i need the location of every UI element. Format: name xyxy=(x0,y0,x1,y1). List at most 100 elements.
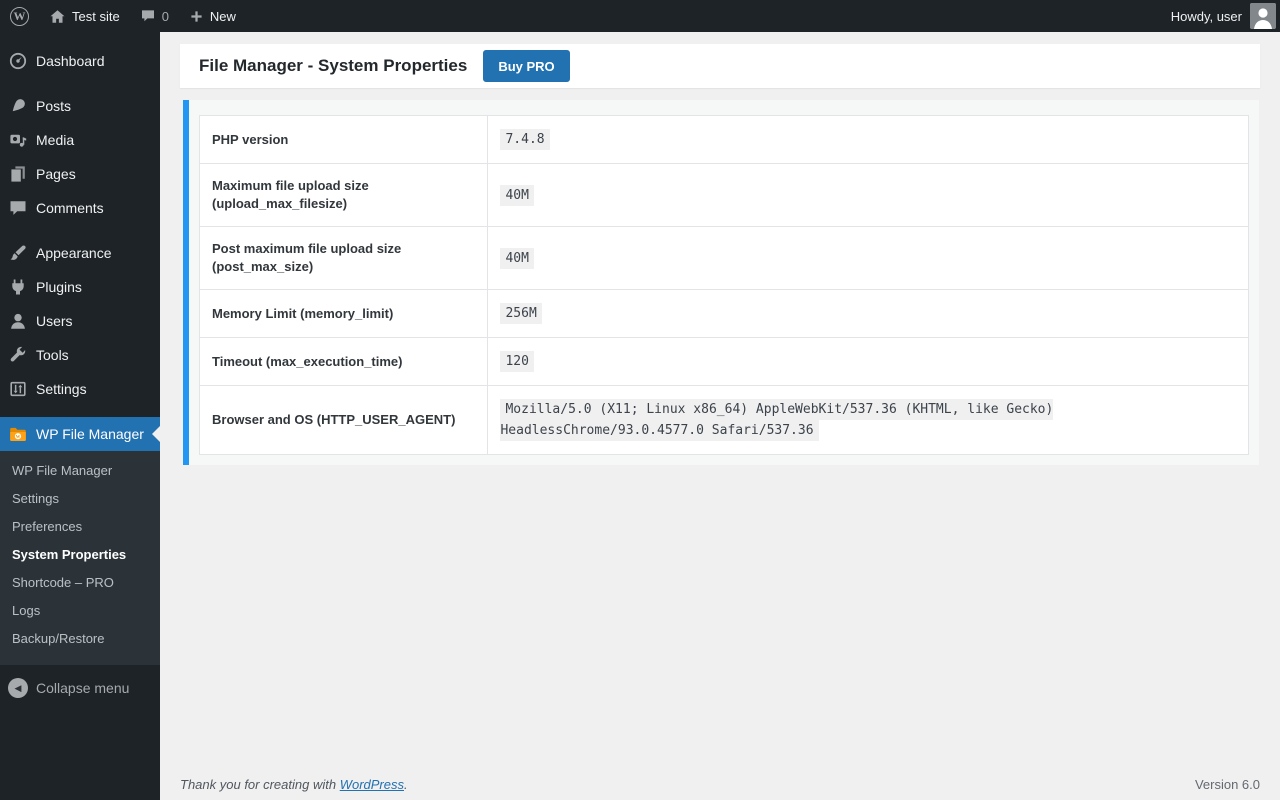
property-row: Maximum file upload size (upload_max_fil… xyxy=(198,163,1249,227)
new-content-item[interactable]: New xyxy=(179,0,246,32)
appearance-brush-icon xyxy=(0,243,36,263)
property-value: 7.4.8 xyxy=(500,129,550,150)
property-label: Browser and OS (HTTP_USER_AGENT) xyxy=(198,385,489,455)
property-row: Browser and OS (HTTP_USER_AGENT) Mozilla/… xyxy=(198,385,1249,455)
user-icon xyxy=(0,311,36,331)
site-name-label: Test site xyxy=(72,8,120,24)
property-label: Maximum file upload size (upload_max_fil… xyxy=(198,163,489,227)
sidebar-item-label: Appearance xyxy=(36,245,112,261)
system-properties-table: PHP version 7.4.8 Maximum file upload size… xyxy=(198,115,1249,455)
property-value: 40M xyxy=(500,184,534,206)
sidebar-item-plugins[interactable]: Plugins xyxy=(0,270,160,304)
sidebar-item-label: Settings xyxy=(36,381,87,397)
property-value-cell: 256M xyxy=(487,289,1249,338)
version-label: Version 6.0 xyxy=(1194,777,1260,792)
property-value: 120 xyxy=(500,351,534,372)
property-value-cell: Mozilla/5.0 (X11; Linux x86_64) AppleWeb… xyxy=(487,385,1249,455)
system-properties-tbody: PHP version 7.4.8 Maximum file upload size… xyxy=(198,115,1249,455)
sidebar-item-label: Users xyxy=(36,313,73,329)
footer: Thank you for creating with WordPress. V… xyxy=(180,777,1260,792)
submenu-item-settings[interactable]: Settings xyxy=(0,485,160,513)
submenu-item-shortcode-pro[interactable]: Shortcode – PRO xyxy=(0,569,160,597)
sidebar-item-comments[interactable]: Comments xyxy=(0,191,160,225)
media-icon xyxy=(0,130,36,150)
howdy-label: Howdy, user xyxy=(1170,8,1242,24)
sidebar-item-pages[interactable]: Pages xyxy=(0,157,160,191)
my-account-item[interactable]: Howdy, user xyxy=(1161,0,1280,32)
comments-count: 0 xyxy=(161,8,169,24)
content-area: File Manager - System Properties Buy PRO… xyxy=(160,32,1280,800)
footer-thanks-text: Thank you for creating with WordPress. xyxy=(180,777,408,792)
sidebar-item-media[interactable]: Media xyxy=(0,123,160,157)
sidebar-item-label: Posts xyxy=(36,98,72,114)
plugin-icon xyxy=(0,277,36,297)
footer-thanks-suffix: . xyxy=(404,777,408,792)
menu-separator xyxy=(0,78,160,89)
site-name-link[interactable]: Test site xyxy=(39,0,130,32)
sidebar-item-appearance[interactable]: Appearance xyxy=(0,236,160,270)
sidebar-item-tools[interactable]: Tools xyxy=(0,338,160,372)
sidebar-item-settings[interactable]: Settings xyxy=(0,372,160,406)
property-row: PHP version 7.4.8 xyxy=(198,115,1249,164)
wordpress-link[interactable]: WordPress xyxy=(340,777,404,792)
sidebar-item-label: Dashboard xyxy=(36,53,105,69)
new-label: New xyxy=(209,8,236,24)
sidebar-item-posts[interactable]: Posts xyxy=(0,89,160,123)
property-label: Timeout (max_execution_time) xyxy=(198,337,489,386)
sidebar-item-users[interactable]: Users xyxy=(0,304,160,338)
submenu-item-system-properties[interactable]: System Properties xyxy=(0,541,160,569)
submenu-item-logs[interactable]: Logs xyxy=(0,597,160,625)
property-value-cell: 7.4.8 xyxy=(487,115,1249,164)
admin-bar: W Test site 0 New Howdy, user xyxy=(0,0,1280,32)
sidebar-item-wp-file-manager[interactable]: W WP File Manager xyxy=(0,417,160,451)
footer-thanks-prefix: Thank you for creating with xyxy=(180,777,340,792)
property-row: Post maximum file upload size (post_max_… xyxy=(198,226,1249,290)
collapse-menu-label: Collapse menu xyxy=(36,680,130,696)
system-properties-panel: PHP version 7.4.8 Maximum file upload size… xyxy=(183,100,1259,465)
wrench-icon xyxy=(0,345,36,365)
pushpin-icon xyxy=(0,96,36,116)
page-header-card: File Manager - System Properties Buy PRO xyxy=(180,44,1260,88)
sidebar-menu: Dashboard Posts Media Pages Comments Appearan… xyxy=(0,32,160,665)
comment-icon xyxy=(0,198,36,218)
sidebar-item-label: Plugins xyxy=(36,279,82,295)
sidebar-item-label: Pages xyxy=(36,166,76,182)
sidebar-item-label: Tools xyxy=(36,347,69,363)
pages-icon xyxy=(0,164,36,184)
property-value-cell: 120 xyxy=(487,337,1249,386)
property-row: Timeout (max_execution_time) 120 xyxy=(198,337,1249,386)
sidebar-item-label: Comments xyxy=(36,200,104,216)
property-row: Memory Limit (memory_limit) 256M xyxy=(198,289,1249,338)
sidebar-item-dashboard[interactable]: Dashboard xyxy=(0,44,160,78)
comments-admin-bar-item[interactable]: 0 xyxy=(130,0,179,32)
svg-text:W: W xyxy=(16,434,21,439)
property-label: PHP version xyxy=(198,115,489,164)
dashboard-icon xyxy=(0,51,36,71)
wordpress-menu-item[interactable]: W xyxy=(0,0,39,32)
property-label: Memory Limit (memory_limit) xyxy=(198,289,489,338)
property-value-cell: 40M xyxy=(487,163,1249,227)
submenu-item-wp-file-manager[interactable]: WP File Manager xyxy=(0,457,160,485)
property-label: Post maximum file upload size (post_max_… xyxy=(198,226,489,290)
submenu-item-backup-restore[interactable]: Backup/Restore xyxy=(0,625,160,653)
wordpress-logo-icon: W xyxy=(10,6,29,26)
buy-pro-button[interactable]: Buy PRO xyxy=(483,50,570,82)
property-value: Mozilla/5.0 (X11; Linux x86_64) AppleWeb… xyxy=(500,399,1054,441)
property-value-cell: 40M xyxy=(487,226,1249,290)
avatar xyxy=(1250,3,1276,29)
comment-bubble-icon xyxy=(141,10,154,22)
home-icon xyxy=(50,9,65,23)
submenu-item-preferences[interactable]: Preferences xyxy=(0,513,160,541)
property-value: 40M xyxy=(500,247,534,269)
menu-separator xyxy=(0,225,160,236)
sidebar: Dashboard Posts Media Pages Comments Appearan… xyxy=(0,32,160,800)
wp-file-manager-folder-icon: W xyxy=(0,424,36,444)
wp-file-manager-submenu: WP File Manager Settings Preferences System… xyxy=(0,451,160,665)
menu-separator xyxy=(0,406,160,417)
plus-icon xyxy=(191,10,202,22)
sidebar-item-label: WP File Manager xyxy=(36,426,144,442)
sidebar-item-label: Media xyxy=(36,132,75,148)
collapse-menu-button[interactable]: ◀ Collapse menu xyxy=(0,671,160,705)
settings-sliders-icon xyxy=(0,379,36,399)
page-title: File Manager - System Properties xyxy=(199,56,468,75)
